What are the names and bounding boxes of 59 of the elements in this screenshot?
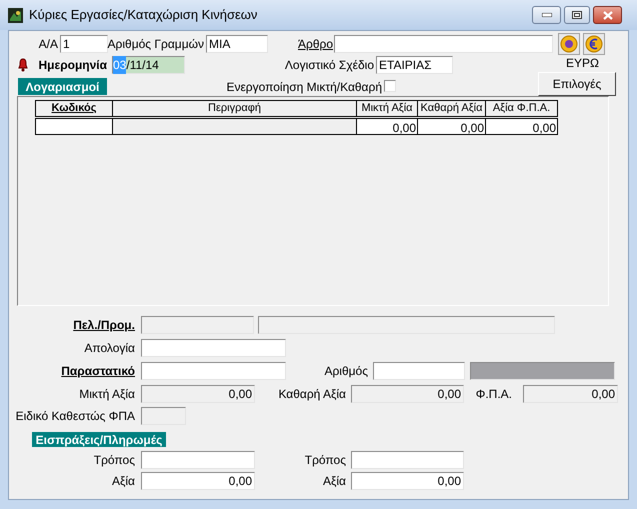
field-label: Αριθμός — [324, 363, 368, 380]
field-label: Μικτή Αξία — [79, 386, 135, 403]
column-header[interactable]: Περιγραφή — [113, 100, 357, 117]
column-header[interactable]: Αξία Φ.Π.Α. — [486, 100, 558, 117]
section-header: Εισπράξεις/Πληρωμές — [32, 432, 166, 447]
lookup-link[interactable]: Πελ./Προμ. — [73, 316, 135, 334]
field-label: Ημερομηνία — [38, 57, 107, 74]
field-label: Αξία — [323, 473, 346, 490]
field-label: Ειδικό Καθεστώς ΦΠΑ — [16, 408, 135, 425]
field-label: Τρόπος — [304, 452, 346, 469]
euro-icon — [585, 35, 603, 53]
currency-label: ΕΥΡΩ — [566, 55, 596, 72]
field-label: Καθαρή Αξία — [278, 386, 346, 403]
field-label: Ενεργοποίηση Μικτή/Καθαρή — [226, 79, 382, 96]
options-button[interactable]: Επιλογές — [538, 72, 616, 96]
field-label: Α/Α — [38, 36, 58, 53]
field-label: Τρόπος — [94, 452, 135, 469]
table-cell[interactable] — [113, 118, 357, 135]
column-header[interactable]: Μικτή Αξία — [357, 100, 418, 117]
field-label: Αριθμός Γραμμών — [108, 36, 204, 53]
input-field[interactable]: ΜΙΑ — [206, 35, 268, 53]
input-field[interactable] — [334, 35, 553, 53]
close-button[interactable] — [593, 6, 622, 24]
close-icon — [602, 10, 612, 20]
table-cell[interactable]: 0,00 — [486, 118, 558, 135]
input-field[interactable]: 0,00 — [141, 472, 255, 490]
minimize-button[interactable] — [532, 6, 561, 24]
lookup-link[interactable]: Παραστατικό — [61, 362, 135, 380]
minimize-icon — [542, 13, 552, 17]
input-field[interactable]: 1 — [60, 35, 108, 53]
lookup-link[interactable]: Άρθρο — [298, 35, 334, 53]
input-field[interactable]: 0,00 — [351, 472, 464, 490]
restore-icon — [572, 11, 582, 19]
input-field[interactable] — [141, 339, 286, 357]
date-field[interactable]: 03/11/14 — [112, 56, 185, 74]
table-cell[interactable]: 0,00 — [357, 118, 418, 135]
bell-icon — [18, 58, 28, 72]
window-title: Κύριες Εργασίες/Καταχώριση Κινήσεων — [29, 6, 258, 24]
table-cell[interactable] — [35, 118, 113, 135]
field-label: Αξία — [112, 473, 135, 490]
field-label: Λογιστικό Σχέδιο — [284, 57, 374, 74]
currency-button[interactable] — [583, 33, 605, 55]
input-field[interactable]: ΕΤΑΙΡΙΑΣ — [376, 56, 453, 74]
table-cell[interactable]: 0,00 — [418, 118, 486, 135]
toolbar-button[interactable] — [558, 33, 580, 55]
column-header[interactable]: Κωδικός — [35, 100, 113, 117]
input-field[interactable] — [351, 451, 464, 469]
column-header[interactable]: Καθαρή Αξία — [418, 100, 486, 117]
input-field[interactable] — [141, 451, 255, 469]
field-label: Απολογία — [84, 340, 135, 357]
checkbox[interactable] — [384, 80, 396, 92]
field-label: Φ.Π.Α. — [476, 386, 512, 403]
coin-icon — [560, 35, 578, 53]
readonly-field[interactable] — [470, 362, 615, 380]
input-field[interactable] — [373, 362, 465, 380]
input-field[interactable] — [141, 362, 286, 380]
section-tab[interactable]: Λογαριασμοί — [18, 78, 107, 95]
maximize-button[interactable] — [564, 6, 590, 24]
app-icon — [8, 8, 23, 22]
